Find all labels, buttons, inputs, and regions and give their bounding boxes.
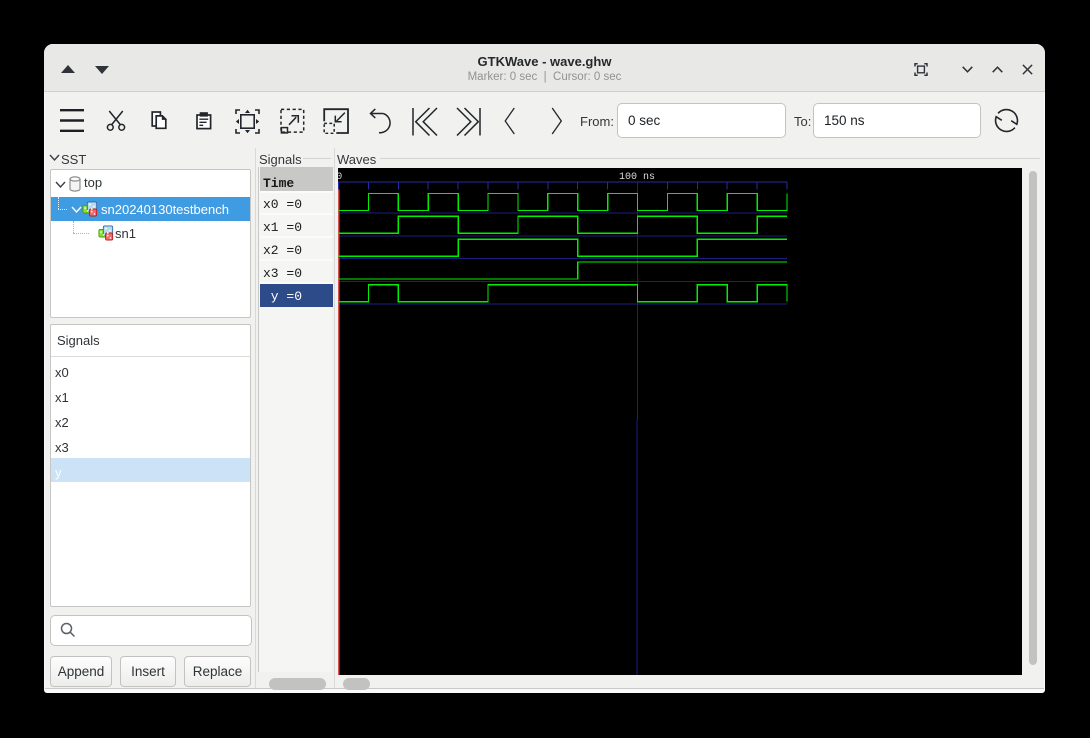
svg-text:0: 0 bbox=[338, 172, 342, 183]
svg-text:100 ns: 100 ns bbox=[619, 172, 655, 183]
